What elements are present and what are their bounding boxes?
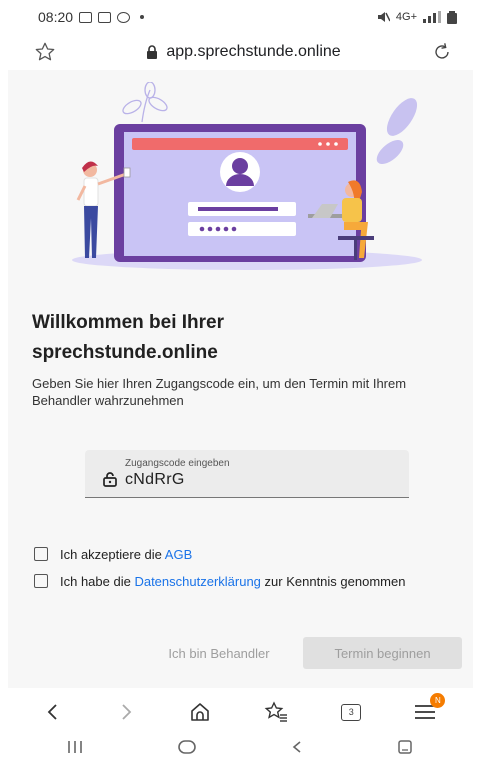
agb-checkbox[interactable]: [34, 547, 48, 561]
practitioner-button[interactable]: Ich bin Behandler: [154, 639, 284, 667]
secure-lock-icon: [147, 45, 158, 59]
status-time: 08:20: [38, 9, 74, 25]
more-notifications-dot: [140, 15, 145, 19]
forward-icon[interactable]: [116, 702, 136, 722]
bookmark-star-icon[interactable]: [30, 37, 60, 67]
address-field[interactable]: app.sprechstunde.online: [60, 43, 427, 61]
recent-apps-icon[interactable]: [66, 740, 84, 754]
agb-label: Ich akzeptiere die AGB: [60, 547, 193, 562]
access-code-field[interactable]: Zugangscode eingeben cNdRrG: [85, 450, 409, 498]
welcome-title-line1: Willkommen bei Ihrer: [32, 312, 224, 333]
tab-count: 3: [348, 706, 354, 717]
privacy-checkbox[interactable]: [34, 574, 48, 588]
home-icon[interactable]: [189, 701, 211, 723]
access-code-input[interactable]: cNdRrG: [125, 471, 185, 489]
system-back-icon[interactable]: [290, 740, 304, 754]
mute-icon: [377, 12, 390, 22]
tabs-icon[interactable]: 3: [341, 703, 362, 721]
battery-icon: [447, 10, 457, 24]
status-bar: 08:20 4G+: [0, 0, 479, 34]
privacy-link[interactable]: Datenschutzerklärung: [134, 574, 260, 589]
welcome-title-line2: sprechstunde.online: [32, 342, 218, 363]
home-button-icon[interactable]: [177, 740, 197, 754]
keyboard-toggle-icon[interactable]: [397, 739, 413, 755]
network-type: 4G+: [395, 11, 417, 23]
welcome-title: Willkommen bei Ihrer sprechstunde.online: [32, 308, 452, 368]
browser-toolbar: 3 N: [0, 690, 479, 734]
menu-icon[interactable]: N: [414, 693, 446, 721]
login-illustration: [72, 82, 422, 270]
description-text: Geben Sie hier Ihren Zugangscode ein, um…: [32, 376, 407, 408]
privacy-label: Ich habe die Datenschutzerklärung zur Ke…: [60, 574, 406, 589]
lock-icon: [103, 472, 117, 487]
page-content: Willkommen bei Ihrer sprechstunde.online…: [8, 70, 473, 688]
laptop-screen: [124, 132, 356, 256]
back-icon[interactable]: [43, 702, 63, 722]
system-navigation: [0, 734, 479, 760]
url-bar: app.sprechstunde.online: [0, 34, 479, 70]
agb-checkbox-row: Ich akzeptiere die AGB: [34, 544, 192, 565]
reload-icon[interactable]: [427, 37, 457, 67]
gallery-notification-icon: [79, 11, 93, 23]
app-notification-icon: [98, 11, 112, 23]
privacy-checkbox-row: Ich habe die Datenschutzerklärung zur Ke…: [34, 571, 434, 592]
whatsapp-notification-icon: [117, 11, 131, 23]
leaf-decoration: [376, 98, 418, 164]
agb-link[interactable]: AGB: [165, 547, 192, 562]
start-appointment-button[interactable]: Termin beginnen: [303, 637, 462, 669]
url-text: app.sprechstunde.online: [166, 43, 341, 60]
access-code-label: Zugangscode eingeben: [125, 458, 230, 469]
menu-badge: N: [430, 693, 446, 708]
bookmarks-icon[interactable]: [264, 701, 288, 723]
window-header: [132, 138, 348, 150]
plant-decoration: [122, 82, 168, 123]
signal-icon: [423, 11, 441, 23]
